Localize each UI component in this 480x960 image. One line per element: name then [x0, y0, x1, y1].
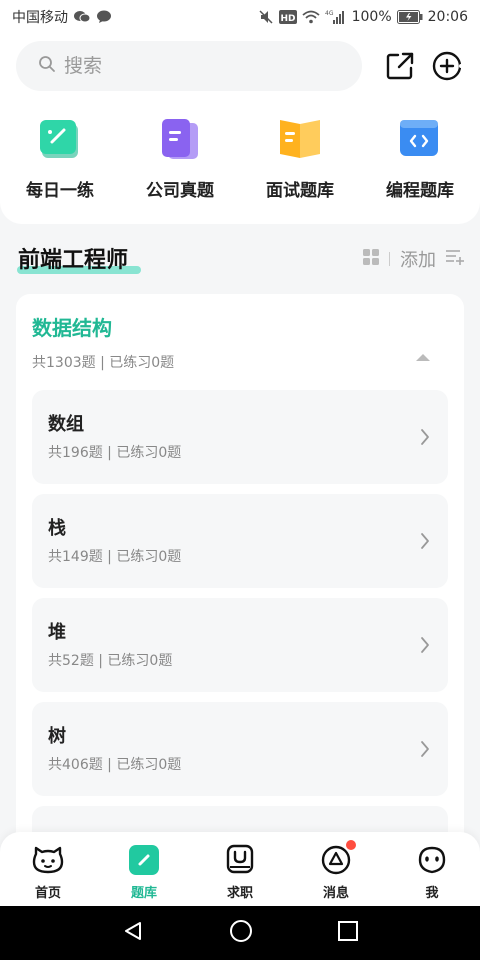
tab-label: 首页 — [34, 886, 61, 901]
tab-label: 消息 — [322, 886, 349, 901]
list-item[interactable]: 树 共406题 | 已练习0题 — [32, 702, 448, 796]
quick-entry-label: 面试题库 — [266, 181, 334, 201]
battery-percent: 100% — [351, 9, 392, 25]
item-meta: 共149题 | 已练习0题 — [48, 549, 182, 565]
quick-entry-interview-book[interactable]: 面试题库 — [240, 118, 360, 201]
bottom-tab-bar: 首页 题库 求职 消息 我 — [0, 832, 480, 906]
item-title: 数组 — [48, 414, 84, 435]
chevron-right-icon — [421, 533, 429, 549]
list-item[interactable]: 堆 共52题 | 已练习0题 — [32, 598, 448, 692]
tab-question-bank[interactable]: 题库 — [96, 832, 192, 906]
tab-label: 求职 — [226, 886, 253, 901]
status-bar: 中国移动 HD 4G 100% 20:06 — [0, 0, 480, 34]
quick-entry-coding[interactable]: 编程题库 — [360, 118, 480, 201]
message-icon — [96, 10, 112, 24]
signal-icon: 4G — [325, 9, 347, 25]
list-item[interactable]: 栈 共149题 | 已练习0题 — [32, 494, 448, 588]
wifi-icon — [302, 10, 320, 24]
recents-icon[interactable] — [337, 921, 358, 945]
search-input[interactable] — [64, 55, 314, 77]
search-bar[interactable] — [16, 41, 362, 91]
tab-label: 我 — [425, 886, 439, 901]
back-icon[interactable] — [122, 920, 144, 946]
carrier-name: 中国移动 — [12, 10, 68, 26]
category-title[interactable]: 数据结构 — [32, 312, 112, 341]
list-item[interactable]: 数组 共196题 | 已练习0题 — [32, 390, 448, 484]
tab-messages[interactable]: 消息 — [288, 832, 384, 906]
item-title: 堆 — [48, 622, 66, 643]
collapse-arrow-icon[interactable] — [416, 354, 430, 361]
category-card: 数据结构 共1303题 | 已练习0题 数组 共196题 | 已练习0题 栈 共… — [16, 294, 464, 854]
chevron-right-icon — [421, 637, 429, 653]
tab-jobs[interactable]: 求职 — [192, 832, 288, 906]
battery-icon — [396, 10, 423, 24]
chevron-right-icon — [421, 429, 429, 445]
hd-badge-icon: HD — [278, 10, 297, 24]
top-panel: 每日一练 公司真题 面试题库 编程题库 — [0, 34, 480, 224]
chevron-right-icon — [421, 741, 429, 757]
clock: 20:06 — [427, 9, 468, 25]
item-meta: 共52题 | 已练习0题 — [48, 653, 173, 669]
share-icon — [386, 52, 414, 80]
section-header: 前端工程师 添加 — [0, 242, 480, 278]
section-title[interactable]: 前端工程师 — [18, 242, 128, 274]
mute-icon — [258, 9, 274, 25]
notification-badge — [346, 840, 356, 850]
svg-text:4G: 4G — [325, 10, 334, 17]
home-face-icon — [32, 844, 64, 876]
add-list-icon[interactable] — [446, 249, 464, 270]
tab-me[interactable]: 我 — [384, 832, 480, 906]
home-icon[interactable] — [229, 919, 253, 947]
messages-icon — [320, 840, 356, 876]
tab-home[interactable]: 首页 — [0, 832, 96, 906]
daily-practice-icon — [38, 118, 82, 162]
item-title: 树 — [48, 726, 66, 747]
divider — [389, 252, 390, 266]
quick-entry-company-questions[interactable]: 公司真题 — [120, 118, 240, 201]
system-nav-bar — [0, 906, 480, 960]
tab-label: 题库 — [130, 886, 157, 901]
search-icon — [38, 55, 56, 77]
category-meta: 共1303题 | 已练习0题 — [32, 355, 175, 371]
item-title: 栈 — [48, 518, 66, 539]
quick-entries: 每日一练 公司真题 面试题库 编程题库 — [0, 118, 480, 201]
add-button[interactable] — [432, 50, 464, 82]
quick-entry-label: 每日一练 — [26, 181, 94, 201]
svg-text:HD: HD — [280, 14, 295, 24]
wechat-icon — [73, 10, 91, 24]
quick-entry-label: 公司真题 — [146, 181, 214, 201]
add-track-button[interactable]: 添加 — [400, 246, 436, 272]
grid-view-icon[interactable] — [363, 248, 379, 270]
quick-entry-label: 编程题库 — [386, 181, 454, 201]
profile-face-icon — [416, 844, 448, 876]
share-button[interactable] — [384, 50, 416, 82]
jobs-icon — [224, 844, 256, 876]
item-meta: 共196题 | 已练习0题 — [48, 445, 182, 461]
add-circle-icon — [432, 51, 463, 81]
question-bank-icon — [128, 844, 160, 876]
interview-book-icon — [278, 118, 322, 162]
code-icon — [398, 118, 442, 162]
company-questions-icon — [158, 118, 202, 162]
quick-entry-daily-practice[interactable]: 每日一练 — [0, 118, 120, 201]
item-meta: 共406题 | 已练习0题 — [48, 757, 182, 773]
